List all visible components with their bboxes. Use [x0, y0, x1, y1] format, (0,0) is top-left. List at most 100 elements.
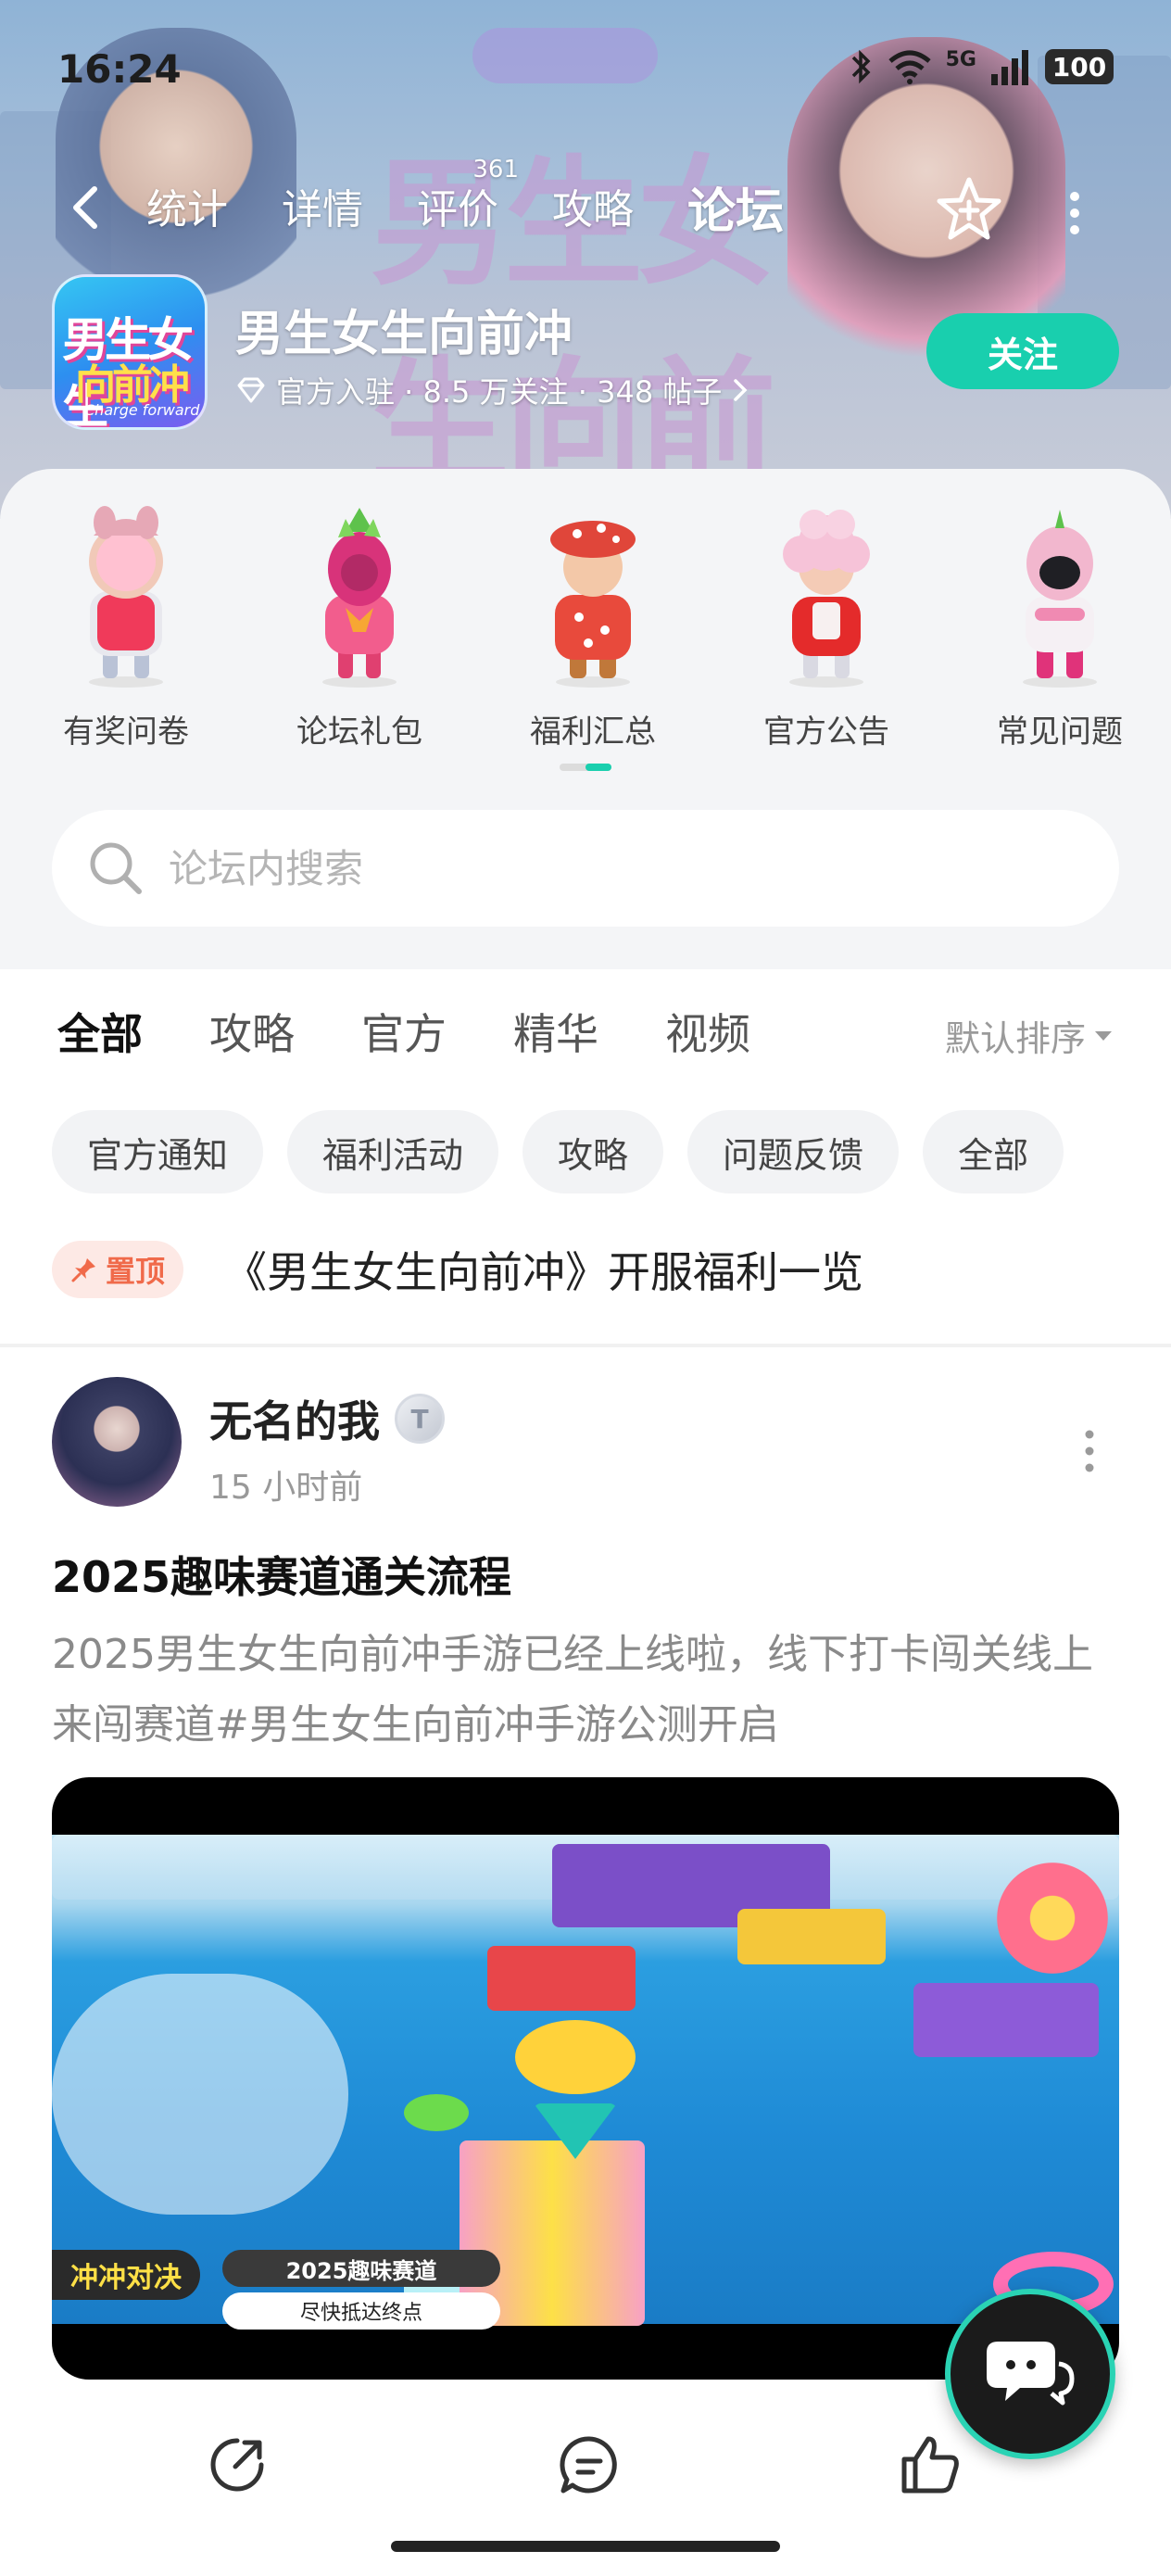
quick-entry-row: 有奖问卷 论坛礼包 福利汇总 官方公告 常见问题 — [0, 506, 1171, 751]
video-subcaption: 尽快抵达终点 — [222, 2292, 500, 2330]
video-structure — [913, 1983, 1099, 2057]
entry-gift[interactable]: 论坛礼包 — [248, 506, 471, 751]
topic-chips: 官方通知 福利活动 攻略 问题反馈 全部 — [52, 1110, 1064, 1193]
tab-stats-label: 统计 — [146, 186, 228, 234]
wifi-icon — [888, 50, 931, 84]
tab-details[interactable]: 详情 — [282, 176, 363, 246]
forum-quick-card: 有奖问卷 论坛礼包 福利汇总 官方公告 常见问题 论坛内搜索 — [0, 469, 1171, 969]
game-meta[interactable]: 官方入驻 · 8.5 万关注 · 348 帖子 — [235, 369, 749, 411]
entry-welfare-label: 福利汇总 — [530, 713, 656, 751]
game-meta-text: 官方入驻 · 8.5 万关注 · 348 帖子 — [276, 374, 723, 410]
chip-guides[interactable]: 攻略 — [523, 1110, 664, 1193]
more-vertical-icon[interactable] — [1056, 185, 1093, 241]
pinned-badge-label: 置顶 — [106, 1254, 166, 1289]
tab-stats[interactable]: 统计 — [146, 176, 228, 246]
video-flower — [997, 1863, 1108, 1974]
forum-tab-video[interactable]: 视频 — [665, 1001, 750, 1062]
chevron-right-icon — [734, 379, 748, 401]
sort-label: 默认排序 — [945, 1018, 1087, 1059]
diamond-icon — [237, 377, 265, 403]
post-action-bar — [0, 2418, 1171, 2511]
video-block — [737, 1909, 886, 1964]
status-icons: 5G 100 — [848, 48, 1114, 85]
forum-search-bar[interactable] — [52, 810, 1119, 927]
forum-tab-official[interactable]: 官方 — [361, 1001, 447, 1062]
forum-tab-featured[interactable]: 精华 — [513, 1001, 598, 1062]
game-name: 男生女生向前冲 — [235, 307, 573, 362]
like-icon[interactable] — [897, 2431, 963, 2498]
tab-details-label: 详情 — [282, 186, 363, 234]
survey-mascot-icon — [89, 506, 163, 688]
home-indicator[interactable] — [391, 2541, 780, 2552]
entry-announcement-label: 官方公告 — [763, 713, 889, 751]
entry-faq[interactable]: 常见问题 — [949, 506, 1171, 751]
back-arrow-icon[interactable] — [59, 180, 115, 235]
status-time: 16:24 — [57, 46, 182, 92]
video-caption: 2025趣味赛道 — [222, 2250, 500, 2287]
entry-survey-label: 有奖问卷 — [63, 713, 189, 751]
chip-feedback[interactable]: 问题反馈 — [687, 1110, 900, 1193]
post-body: 2025男生女生向前冲手游已经上线啦，线下打卡闯关线上来闯赛道#男生女生向前冲手… — [52, 1631, 1093, 1749]
signal-icon — [991, 50, 1028, 85]
video-frame: 冲冲对决 2025趣味赛道 尽快抵达终点 — [52, 1835, 1119, 2330]
video-platform — [515, 2020, 636, 2094]
top-nav: 统计 详情 评价 361 攻略 论坛 — [0, 156, 1171, 250]
tab-reviews[interactable]: 评价 361 — [417, 156, 519, 246]
pinned-badge: 置顶 — [52, 1241, 184, 1298]
detail-tabs: 统计 详情 评价 361 攻略 论坛 — [146, 156, 837, 246]
post-title: 2025趣味赛道通关流程 — [52, 1552, 512, 1602]
author-level-badge: T — [395, 1394, 445, 1444]
entry-gift-label: 论坛礼包 — [296, 713, 422, 751]
chat-bubble-icon — [987, 2342, 1075, 2406]
forum-category-tabs: 全部 攻略 官方 精华 视频 — [57, 1001, 817, 1069]
pinned-post[interactable]: 置顶 《男生女生向前冲》开服福利一览 — [52, 1236, 1127, 1303]
forum-tab-all[interactable]: 全部 — [57, 1001, 143, 1069]
tab-reviews-label: 评价 — [417, 186, 498, 234]
pager-active-dot — [586, 764, 611, 771]
battery-indicator: 100 — [1045, 49, 1114, 84]
chip-official-notice[interactable]: 官方通知 — [52, 1110, 264, 1193]
chip-all[interactable]: 全部 — [923, 1110, 1064, 1193]
game-icon-caption: Charge forward — [84, 401, 200, 419]
status-bar: 16:24 5G 100 — [0, 41, 1171, 96]
tab-forum-label: 论坛 — [687, 184, 785, 240]
announcement-mascot-icon — [783, 510, 870, 688]
review-count-badge: 361 — [472, 156, 519, 183]
author-name[interactable]: 无名的我 — [209, 1388, 380, 1449]
entry-welfare[interactable]: 福利汇总 — [482, 506, 704, 751]
gift-mascot-icon — [322, 508, 397, 688]
bluetooth-icon — [851, 49, 871, 84]
chip-welfare[interactable]: 福利活动 — [287, 1110, 499, 1193]
tab-guides-label: 攻略 — [552, 186, 634, 234]
entry-survey[interactable]: 有奖问卷 — [15, 506, 237, 751]
post-time: 15 小时前 — [209, 1469, 363, 1507]
entry-pager — [560, 764, 611, 771]
author-row: 无名的我 T — [209, 1388, 445, 1449]
share-icon[interactable] — [204, 2431, 271, 2498]
faq-mascot-icon — [1023, 510, 1097, 688]
pin-icon — [71, 1258, 95, 1282]
video-badge: 冲冲对决 — [52, 2250, 200, 2300]
section-divider — [0, 1344, 1171, 1347]
video-cloud — [52, 1974, 348, 2215]
sort-dropdown[interactable]: 默认排序 — [945, 1010, 1114, 1061]
favorite-star-icon[interactable] — [934, 174, 1004, 245]
search-icon — [90, 842, 142, 894]
post-video[interactable]: 冲冲对决 2025趣味赛道 尽快抵达终点 — [52, 1777, 1119, 2380]
tab-forum[interactable]: 论坛 — [687, 172, 785, 244]
comment-icon[interactable] — [556, 2431, 623, 2498]
forum-search-input[interactable] — [169, 845, 1002, 891]
welfare-mascot-icon — [550, 521, 636, 688]
caret-down-icon — [1095, 1030, 1113, 1041]
author-avatar[interactable] — [52, 1377, 182, 1507]
forum-tab-guides[interactable]: 攻略 — [209, 1001, 295, 1062]
follow-button[interactable]: 关注 — [926, 313, 1119, 389]
game-app-icon: 男生女生 向前冲 Charge forward — [52, 274, 208, 430]
post-more-icon[interactable] — [1071, 1423, 1108, 1479]
tab-guides[interactable]: 攻略 — [552, 176, 634, 246]
network-label: 5G — [945, 47, 976, 71]
video-lily-pad — [404, 2094, 469, 2131]
pinned-title: 《男生女生向前冲》开服福利一览 — [224, 1247, 864, 1297]
entry-announcement[interactable]: 官方公告 — [715, 506, 938, 751]
video-block — [487, 1946, 636, 2011]
